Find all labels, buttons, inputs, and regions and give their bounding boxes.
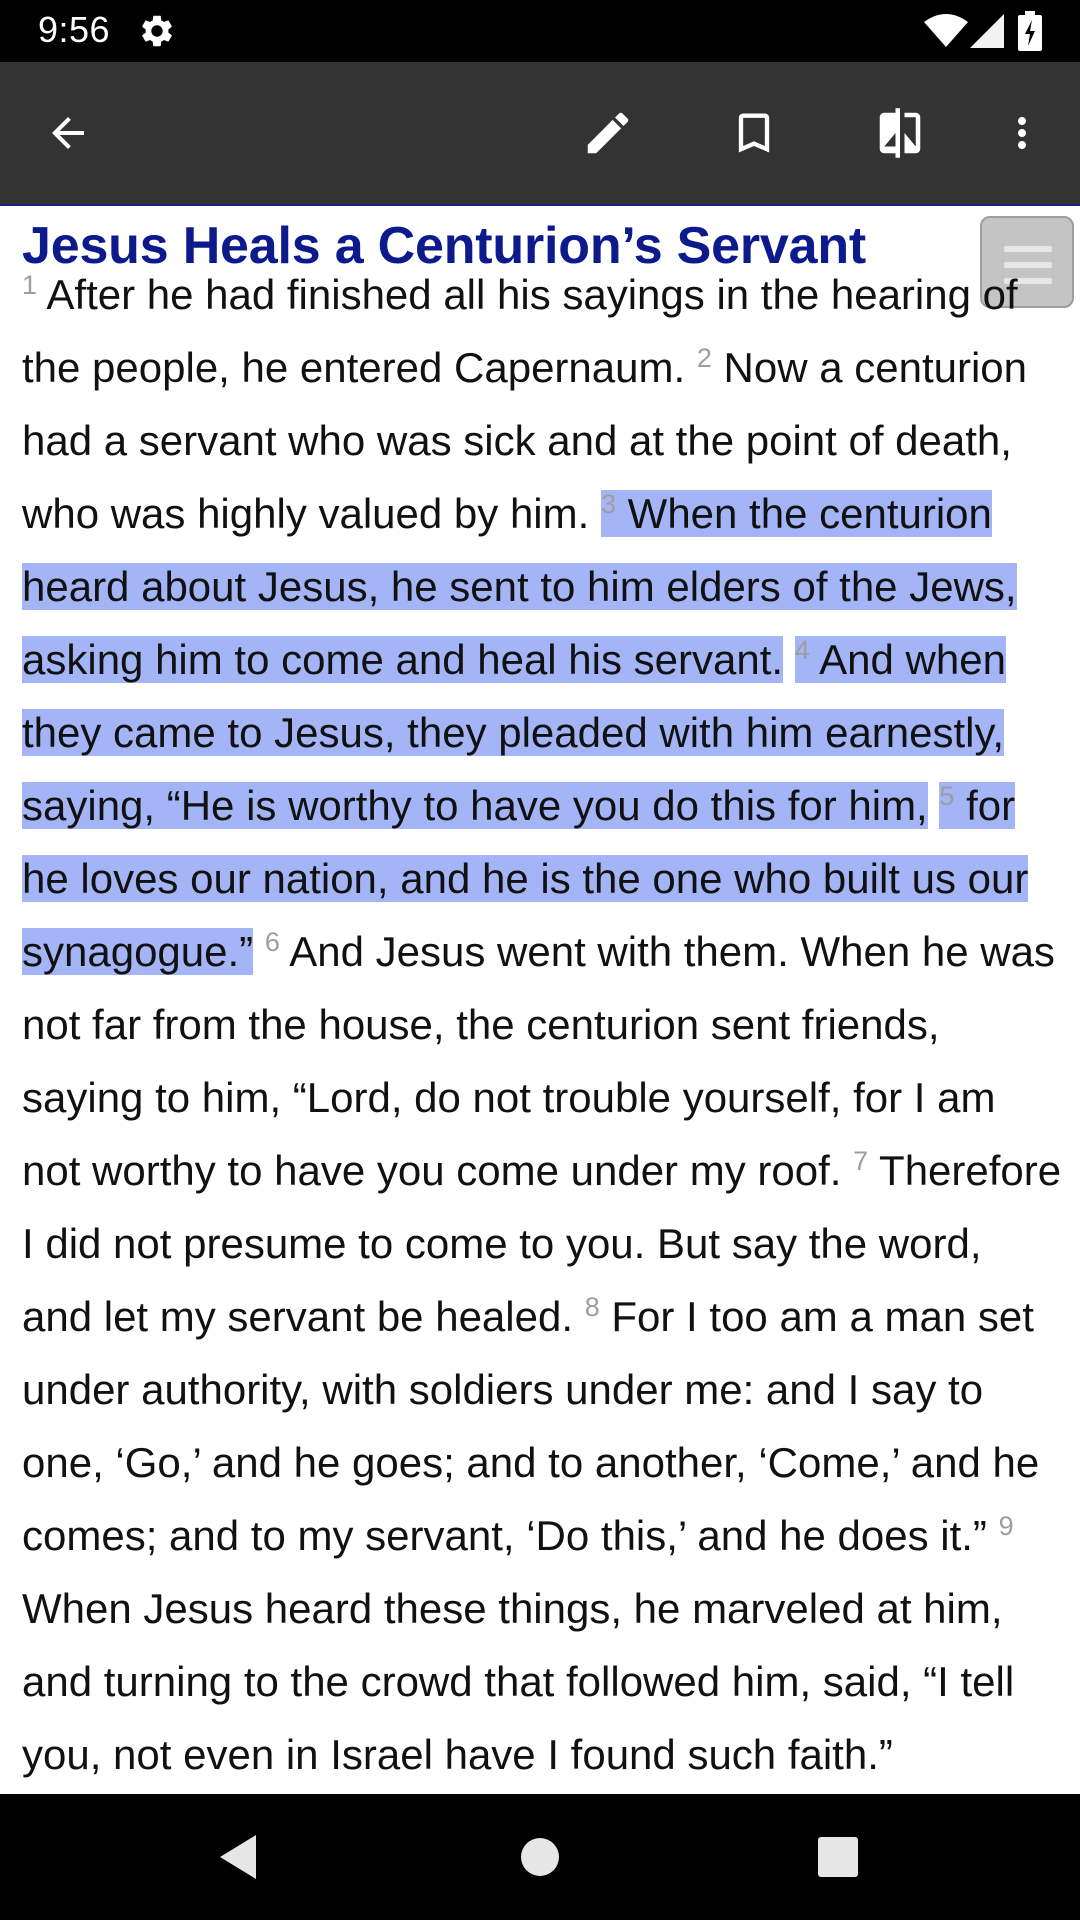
verse-number: 8 — [584, 1292, 600, 1322]
nav-home-button[interactable] — [470, 1794, 610, 1920]
nav-recents-button[interactable] — [768, 1794, 908, 1920]
pencil-icon — [587, 112, 629, 154]
home-circle-icon — [521, 1838, 559, 1876]
verse-number: 5 — [939, 781, 955, 811]
system-nav-bar — [0, 1794, 1080, 1920]
signal-icon — [970, 14, 1004, 48]
verse-number: 4 — [794, 635, 810, 665]
bookmark-icon — [738, 113, 770, 153]
bible-text-view[interactable]: Jesus Heals a Centurion’s Servant 1 Afte… — [0, 206, 1080, 1794]
menu-icon — [1004, 246, 1052, 252]
verse-number: 3 — [600, 489, 616, 519]
verse-number: 2 — [696, 343, 712, 373]
back-arrow-icon — [52, 117, 84, 149]
compare-icon — [879, 108, 921, 158]
passage-text[interactable]: 1 After he had finished all his sayings … — [22, 258, 1062, 1791]
more-vert-icon — [1018, 117, 1026, 149]
compare-button[interactable] — [852, 62, 948, 204]
status-bar: 9:56 — [0, 0, 1080, 62]
status-time: 9:56 — [38, 9, 111, 50]
recents-square-icon — [818, 1837, 858, 1877]
verse-number: 6 — [264, 927, 280, 957]
battery-icon — [1018, 11, 1042, 51]
app-toolbar — [0, 62, 1080, 208]
overflow-menu-button[interactable] — [974, 62, 1070, 204]
verse-number: 7 — [853, 1146, 869, 1176]
verse-number: 9 — [998, 1511, 1014, 1541]
edit-button[interactable] — [560, 62, 656, 204]
back-button[interactable] — [20, 62, 116, 204]
verse-number: 1 — [22, 270, 38, 300]
gear-icon — [142, 15, 172, 47]
back-triangle-icon — [220, 1835, 256, 1879]
nav-back-button[interactable] — [168, 1794, 308, 1920]
bookmark-button[interactable] — [706, 62, 802, 204]
wifi-icon — [924, 14, 968, 47]
verse-text: When Jesus heard these things, he marvel… — [22, 1585, 1015, 1778]
